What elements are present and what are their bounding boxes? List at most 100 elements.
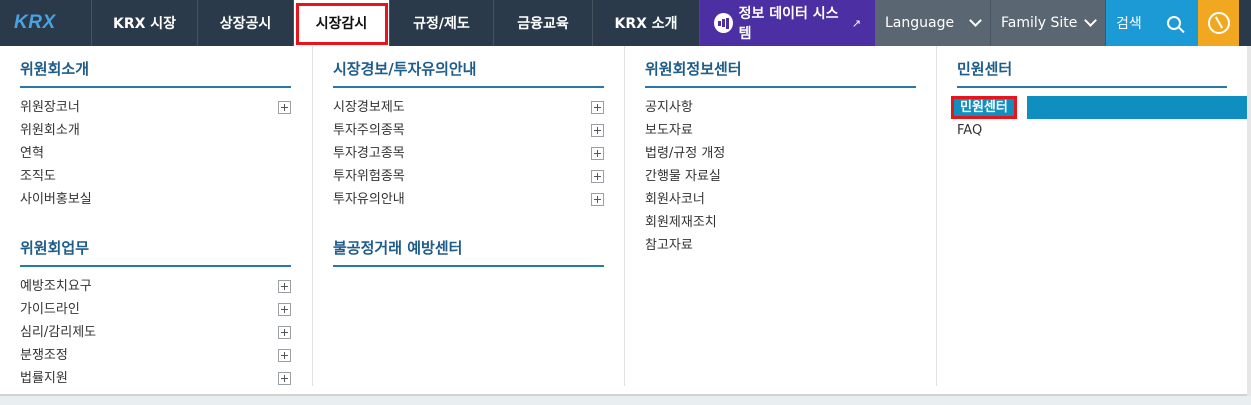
search-label: 검색 (1116, 16, 1142, 32)
menu-item-label: 민원센터 (951, 96, 1017, 119)
language-select[interactable]: Language (875, 0, 991, 46)
menu-item[interactable]: 위원회소개 (0, 119, 291, 142)
group-title[interactable]: 위원회업무 (0, 225, 312, 265)
menu-column-info-center: 위원회정보센터 공지사항 보도자료 법령/규정 개정 간행물 자료실 회원사코너… (624, 46, 936, 386)
nav-listing-disclosure[interactable]: 상장공시 (198, 0, 294, 46)
group-divider (333, 265, 604, 267)
menu-item[interactable]: 법령/규정 개정 (625, 142, 916, 165)
menu-item-label: 분쟁조정 (20, 348, 68, 363)
menu-list: 예방조치요구 가이드라인 심리/감리제도 분쟁조정 법률지원 (0, 267, 312, 390)
chevron-down-icon (1084, 14, 1097, 27)
top-nav-bar: KRX KRX 시장 상장공시 시장감시 규정/제도 금융교육 KRX 소개 정… (0, 0, 1251, 46)
group-title[interactable]: 위원회소개 (0, 46, 312, 86)
menu-item[interactable]: 심리/감리제도 (0, 321, 291, 344)
nav-label: KRX 시장 (112, 16, 177, 32)
menu-item-label: 투자위험종목 (333, 169, 405, 184)
plus-icon[interactable] (591, 193, 604, 206)
menu-item[interactable]: 투자주의종목 (313, 119, 604, 142)
menu-item[interactable]: FAQ (937, 119, 1228, 142)
menu-item[interactable]: 투자유의안내 (313, 188, 604, 211)
compass-icon (1207, 12, 1230, 34)
nav-krx-about[interactable]: KRX 소개 (593, 0, 700, 46)
group-title[interactable]: 민원센터 (937, 46, 1247, 86)
menu-list: 위원장코너 위원회소개 연혁 조직도 사이버홍보실 (0, 88, 312, 211)
menu-item-label: 심리/감리제도 (20, 325, 97, 340)
menu-list: 시장경보제도 투자주의종목 투자경고종목 투자위험종목 투자유의안내 (313, 88, 624, 211)
menu-item[interactable]: 조직도 (0, 165, 291, 188)
menu-item[interactable]: 분쟁조정 (0, 344, 291, 367)
nav-financial-education[interactable]: 금융교육 (494, 0, 593, 46)
menu-item-label: 투자주의종목 (333, 123, 405, 138)
nav-label: 규정/제도 (413, 16, 470, 32)
plus-icon[interactable] (278, 372, 291, 385)
plus-icon[interactable] (278, 280, 291, 293)
language-label: Language (885, 15, 955, 31)
info-system-label: 정보 데이터 시스템 (738, 6, 839, 42)
menu-item[interactable]: 연혁 (0, 142, 291, 165)
menu-item[interactable]: 가이드라인 (0, 298, 291, 321)
sitemap-button[interactable] (1198, 0, 1239, 46)
plus-icon[interactable] (591, 124, 604, 137)
menu-column-civil-center: 민원센터 민원센터 FAQ (936, 46, 1248, 386)
menu-item[interactable]: 참고자료 (625, 234, 916, 257)
menu-item[interactable]: 간행물 자료실 (625, 165, 916, 188)
menu-item[interactable]: 공지사항 (625, 96, 916, 119)
menu-item-label: 참고자료 (645, 238, 693, 253)
chevron-down-icon (969, 14, 982, 27)
nav-rules[interactable]: 규정/제도 (390, 0, 494, 46)
family-site-select[interactable]: Family Site (991, 0, 1106, 46)
menu-item-label: 공지사항 (645, 100, 693, 115)
plus-icon[interactable] (591, 170, 604, 183)
logo-text: KRX (14, 12, 56, 33)
menu-item-label: 사이버홍보실 (20, 192, 92, 207)
menu-item[interactable]: 회원제재조치 (625, 211, 916, 234)
mega-menu: 위원회소개 위원장코너 위원회소개 연혁 조직도 사이버홍보실 위원회업무 예방… (0, 46, 1248, 396)
menu-item-label: 법률지원 (20, 371, 68, 386)
family-site-label: Family Site (1001, 15, 1078, 31)
menu-item-label: 가이드라인 (20, 302, 80, 317)
menu-list: 공지사항 보도자료 법령/규정 개정 간행물 자료실 회원사코너 회원제재조치 … (625, 88, 936, 257)
group-title[interactable]: 불공정거래 예방센터 (313, 225, 624, 265)
search-button[interactable]: 검색 (1106, 0, 1198, 46)
menu-item[interactable]: 투자경고종목 (313, 142, 604, 165)
plus-icon[interactable] (278, 326, 291, 339)
menu-list: FAQ (937, 119, 1247, 142)
selected-row-highlight (1027, 96, 1248, 119)
plus-icon[interactable] (278, 101, 291, 114)
menu-item-label: 회원사코너 (645, 192, 705, 207)
plus-icon[interactable] (591, 101, 604, 114)
menu-item-label: FAQ (957, 123, 983, 138)
menu-item[interactable]: 보도자료 (625, 119, 916, 142)
group-title[interactable]: 시장경보/투자유의안내 (313, 46, 624, 86)
search-icon (1150, 0, 1198, 46)
external-link-icon: ↗ (851, 16, 861, 30)
page-scroll-edge (1247, 46, 1251, 405)
menu-item-label: 시장경보제도 (333, 100, 405, 115)
plus-icon[interactable] (278, 349, 291, 362)
menu-item-label: 위원회소개 (20, 123, 80, 138)
nav-market-surveillance[interactable]: 시장감시 (294, 0, 390, 46)
menu-item-label: 예방조치요구 (20, 279, 92, 294)
menu-column-market-alert: 시장경보/투자유의안내 시장경보제도 투자주의종목 투자경고종목 투자위험종목 … (312, 46, 624, 386)
info-data-system-link[interactable]: 정보 데이터 시스템 ↗ (700, 0, 875, 46)
menu-item[interactable]: 법률지원 (0, 367, 291, 390)
plus-icon[interactable] (278, 303, 291, 316)
menu-item-label: 보도자료 (645, 123, 693, 138)
menu-item-label: 조직도 (20, 169, 56, 184)
menu-item[interactable]: 투자위험종목 (313, 165, 604, 188)
plus-icon[interactable] (591, 147, 604, 160)
menu-item-label: 법령/규정 개정 (645, 146, 726, 161)
nav-label: 상장공시 (219, 16, 272, 32)
menu-item-label: 투자유의안내 (333, 192, 405, 207)
nav-label: 시장감시 (315, 16, 368, 32)
group-title[interactable]: 위원회정보센터 (625, 46, 936, 86)
menu-item[interactable]: 사이버홍보실 (0, 188, 291, 211)
menu-item-selected[interactable]: 민원센터 (937, 96, 1248, 119)
krx-logo[interactable]: KRX (0, 0, 92, 46)
nav-krx-market[interactable]: KRX 시장 (92, 0, 198, 46)
menu-item[interactable]: 예방조치요구 (0, 275, 291, 298)
menu-item[interactable]: 위원장코너 (0, 96, 291, 119)
menu-item-label: 연혁 (20, 146, 44, 161)
menu-item[interactable]: 시장경보제도 (313, 96, 604, 119)
menu-item[interactable]: 회원사코너 (625, 188, 916, 211)
